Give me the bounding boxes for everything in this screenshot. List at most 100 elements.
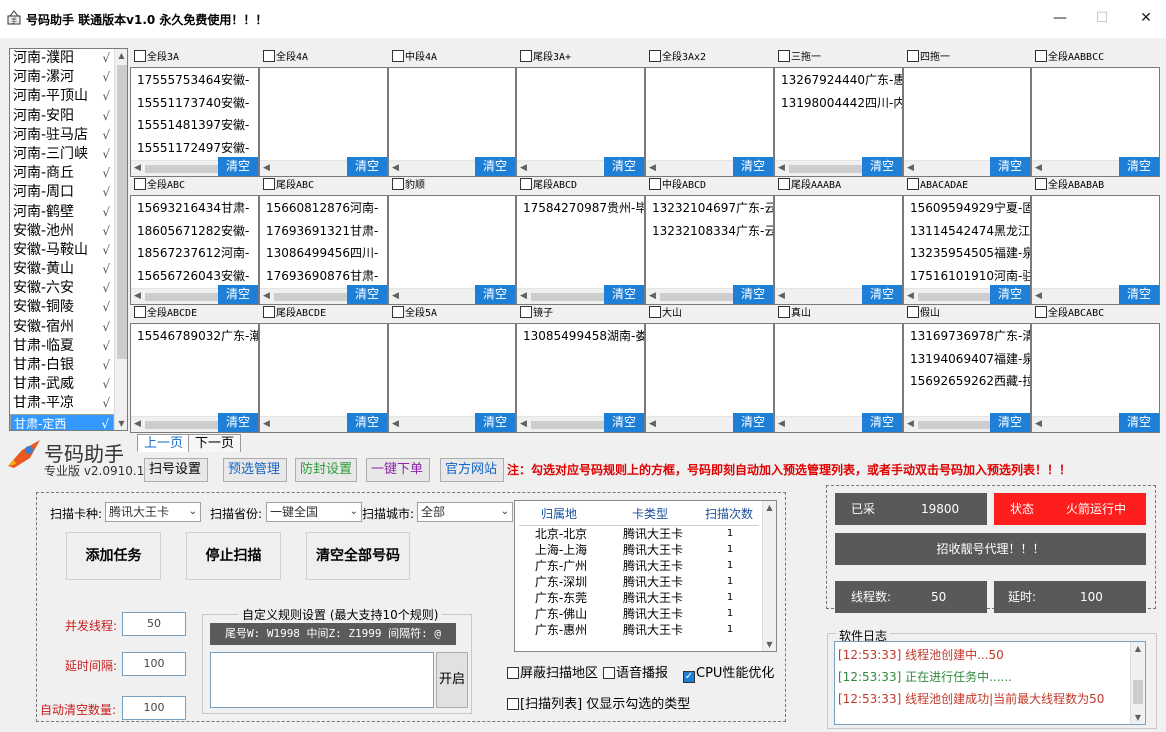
rule-checkbox[interactable]: 尾段3A+ xyxy=(520,50,571,64)
scroll-left-icon[interactable]: ◀ xyxy=(778,419,785,429)
table-scrollbar[interactable]: ▲ ▼ xyxy=(762,501,776,651)
rule-checkbox[interactable]: 假山 xyxy=(907,306,940,320)
number-list[interactable]: 13232104697广东-云 13232108334广东-云 ◀ 清空 xyxy=(645,195,774,305)
number-list[interactable]: ◀ 清空 xyxy=(1031,323,1160,433)
close-button[interactable]: ✕ xyxy=(1126,4,1166,32)
card-type-select[interactable]: 腾讯大王卡 ⌄ xyxy=(105,502,201,522)
table-row[interactable]: 广东-深圳 腾讯大王卡 1 xyxy=(515,574,761,590)
scan-settings-button[interactable]: 扫号设置 xyxy=(144,458,208,482)
region-list[interactable]: 河南-濮阳 √ 河南-漯河 √ 河南-平顶山 √ 河南-安阳 √ 河南-驻马店 √ 河南-三门峡 √ 河… xyxy=(9,48,128,431)
scroll-left-icon[interactable]: ◀ xyxy=(520,419,527,429)
clear-button[interactable]: 清空 xyxy=(990,285,1030,304)
rule-checkbox[interactable]: 大山 xyxy=(649,306,682,320)
clear-button[interactable]: 清空 xyxy=(218,157,258,176)
show-selected-checkbox[interactable]: [扫描列表] 仅显示勾选的类型 xyxy=(507,693,690,712)
clear-button[interactable]: 清空 xyxy=(475,413,515,432)
rule-checkbox[interactable]: 镜子 xyxy=(520,306,553,320)
number-item[interactable]: 17693690876甘肃- xyxy=(260,265,387,288)
agent-banner[interactable]: 招收靓号代理！！！ xyxy=(835,533,1146,565)
scroll-thumb[interactable] xyxy=(145,293,222,301)
number-item[interactable]: 13085499458湖南-娄 xyxy=(517,325,644,348)
number-list[interactable]: ◀ 清空 xyxy=(645,67,774,177)
clear-button[interactable]: 清空 xyxy=(1119,413,1159,432)
number-item[interactable]: 13194069407福建-泉 xyxy=(904,348,1030,371)
tab-next-page[interactable]: 下一页 xyxy=(188,434,242,452)
region-item[interactable]: 河南-漯河 √ xyxy=(10,68,114,87)
number-list[interactable]: 13169736978广东-清 13194069407福建-泉 1569265926… xyxy=(903,323,1031,433)
scroll-thumb[interactable] xyxy=(1133,680,1143,704)
scroll-thumb[interactable] xyxy=(918,421,994,429)
number-list[interactable]: ◀ 清空 xyxy=(388,323,516,433)
region-list-scrollbar[interactable]: ▲ ▼ xyxy=(114,49,127,430)
clear-all-button[interactable]: 清空全部号码 xyxy=(306,532,410,580)
rule-checkbox[interactable]: 豹顺 xyxy=(392,178,425,192)
maximize-button[interactable]: ☐ xyxy=(1082,4,1122,32)
number-list[interactable]: ◀ 清空 xyxy=(645,323,774,433)
number-item[interactable]: 17584270987贵州-毕 xyxy=(517,197,644,220)
scroll-up-icon[interactable]: ▲ xyxy=(1131,644,1145,653)
scroll-thumb[interactable] xyxy=(531,293,608,301)
scroll-left-icon[interactable]: ◀ xyxy=(907,419,914,429)
scroll-left-icon[interactable]: ◀ xyxy=(263,291,270,301)
scroll-left-icon[interactable]: ◀ xyxy=(134,291,141,301)
region-item[interactable]: 河南-平顶山 √ xyxy=(10,87,114,106)
scroll-thumb[interactable] xyxy=(918,293,994,301)
region-item[interactable]: 甘肃-定西 √ xyxy=(10,413,114,430)
number-item[interactable]: 13114542474黑龙江- xyxy=(904,220,1030,243)
scroll-left-icon[interactable]: ◀ xyxy=(392,419,399,429)
region-item[interactable]: 安徽-铜陵 √ xyxy=(10,298,114,317)
number-list[interactable]: ◀ 清空 xyxy=(774,323,903,433)
number-list[interactable]: 17555753464安徽- 15551173740安徽- 15551481397安… xyxy=(130,67,259,177)
rule-checkbox[interactable]: 尾段ABCDE xyxy=(263,306,326,320)
clear-button[interactable]: 清空 xyxy=(347,157,387,176)
scroll-thumb[interactable] xyxy=(274,293,351,301)
rule-checkbox[interactable]: 四拖一 xyxy=(907,50,950,64)
scroll-thumb[interactable] xyxy=(531,421,608,429)
scroll-left-icon[interactable]: ◀ xyxy=(1035,291,1042,301)
table-row[interactable]: 广东-广州 腾讯大王卡 1 xyxy=(515,558,761,574)
scroll-thumb[interactable] xyxy=(145,165,222,173)
scroll-left-icon[interactable]: ◀ xyxy=(263,419,270,429)
table-row[interactable]: 广东-惠州 腾讯大王卡 1 xyxy=(515,622,761,638)
province-select[interactable]: 一键全国 ⌄ xyxy=(266,502,362,522)
stop-scan-button[interactable]: 停止扫描 xyxy=(186,532,281,580)
scroll-thumb[interactable] xyxy=(145,421,222,429)
rule-checkbox[interactable]: 三拖一 xyxy=(778,50,821,64)
table-row[interactable]: 广东-佛山 腾讯大王卡 1 xyxy=(515,606,761,622)
number-item[interactable]: 18567237612河南- xyxy=(131,242,258,265)
rule-checkbox[interactable]: 全段3Ax2 xyxy=(649,50,706,64)
scroll-down-icon[interactable]: ▼ xyxy=(115,419,127,428)
number-item[interactable]: 15693216434甘肃- xyxy=(131,197,258,220)
region-item[interactable]: 甘肃-平凉 √ xyxy=(10,394,114,413)
clear-button[interactable]: 清空 xyxy=(862,413,902,432)
scroll-left-icon[interactable]: ◀ xyxy=(907,163,914,173)
clear-button[interactable]: 清空 xyxy=(1119,157,1159,176)
scroll-thumb[interactable] xyxy=(789,165,866,173)
rule-checkbox[interactable]: 全段ABCDE xyxy=(134,306,197,320)
region-item[interactable]: 河南-鹤壁 √ xyxy=(10,203,114,222)
clear-button[interactable]: 清空 xyxy=(218,413,258,432)
clear-button[interactable]: 清空 xyxy=(733,285,773,304)
region-item[interactable]: 安徽-宿州 √ xyxy=(10,318,114,337)
table-row[interactable]: 广东-东莞 腾讯大王卡 1 xyxy=(515,590,761,606)
number-item[interactable]: 13169736978广东-清 xyxy=(904,325,1030,348)
number-list[interactable]: ◀ 清空 xyxy=(259,67,388,177)
scroll-up-icon[interactable]: ▲ xyxy=(763,503,776,512)
scroll-left-icon[interactable]: ◀ xyxy=(520,291,527,301)
number-list[interactable]: 17584270987贵州-毕 ◀ 清空 xyxy=(516,195,645,305)
region-item[interactable]: 河南-商丘 √ xyxy=(10,164,114,183)
threads-input[interactable]: 50 xyxy=(122,612,186,636)
region-item[interactable]: 河南-濮阳 √ xyxy=(10,49,114,68)
rule-checkbox[interactable]: 尾段AAABA xyxy=(778,178,841,192)
clear-button[interactable]: 清空 xyxy=(347,413,387,432)
region-item[interactable]: 甘肃-武威 √ xyxy=(10,375,114,394)
delay-input[interactable]: 100 xyxy=(122,652,186,676)
number-item[interactable]: 15551481397安徽- xyxy=(131,114,258,137)
number-list[interactable]: ◀ 清空 xyxy=(1031,195,1160,305)
number-item[interactable]: 17693691321甘肃- xyxy=(260,220,387,243)
minimize-button[interactable]: — xyxy=(1040,4,1080,32)
rule-checkbox[interactable]: 中段4A xyxy=(392,50,437,64)
number-list[interactable]: ◀ 清空 xyxy=(774,195,903,305)
rule-checkbox[interactable]: 全段4A xyxy=(263,50,308,64)
number-list[interactable]: 15609594929宁夏-固 13114542474黑龙江- 1323595450… xyxy=(903,195,1031,305)
